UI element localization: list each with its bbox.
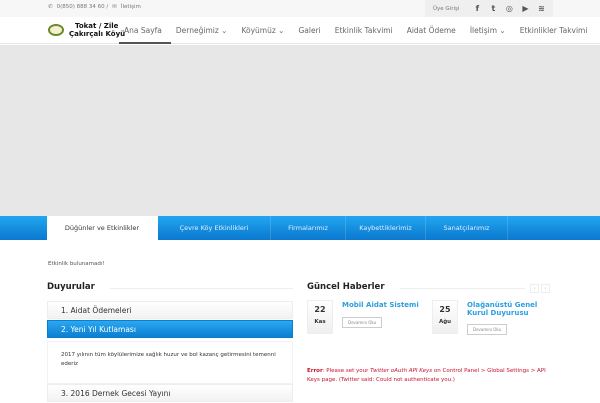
news-date: 22 Kas — [307, 300, 333, 334]
news-month: Ağu — [438, 319, 452, 325]
error-em: Twitter oAuth API Keys — [370, 368, 433, 374]
news-day: 25 — [439, 305, 451, 314]
news-nav: ‹ › — [530, 284, 550, 293]
rss-icon[interactable]: ≋ — [533, 4, 549, 13]
contact-info: ✆ 0(850) 888 34 60 / ✉ İletişim — [48, 4, 141, 10]
prev-arrow-icon[interactable]: ‹ — [530, 284, 539, 293]
menu-home[interactable]: Ana Sayfa — [117, 17, 171, 44]
menu-iletisim[interactable]: İletişim ⌄ — [463, 17, 513, 44]
tab-dugunler[interactable]: Düğünler ve Etkinlikler — [47, 216, 158, 241]
twitter-error: Error: Please set your Twitter oAuth API… — [307, 367, 557, 385]
login-link[interactable]: Üye Girişi — [433, 6, 459, 12]
mail-icon: ✉ — [112, 4, 117, 10]
menu-dernegimiz[interactable]: Derneğimiz ⌄ — [169, 17, 235, 44]
read-more-button[interactable]: Devamını Oku — [342, 317, 383, 328]
menu-koyumuz[interactable]: Köyümüz ⌄ — [234, 17, 291, 44]
tab-sanatcilar[interactable]: Sanatçılarımız — [426, 216, 508, 240]
twitter-icon[interactable]: t — [485, 4, 501, 13]
tab-cevre-koy[interactable]: Çevre Köy Etkinlikleri — [158, 216, 271, 240]
phone-number: 0(850) 888 34 60 / — [56, 4, 109, 10]
category-tabs: Düğünler ve Etkinlikler Çevre Köy Etkinl… — [0, 216, 600, 241]
announcement-item-active[interactable]: 2. Yeni Yıl Kutlaması — [47, 320, 293, 338]
menu: Ana Sayfa Derneğimiz ⌄ Köyümüz ⌄ Galeri … — [117, 17, 594, 44]
menu-etkinlik-takvimi[interactable]: Etkinlik Takvimi — [328, 17, 400, 44]
top-bar: ✆ 0(850) 888 34 60 / ✉ İletişim Üye Giri… — [0, 0, 600, 17]
events-empty-message: Etkinlik bulunamadı! — [48, 261, 105, 267]
menu-aidat-odeme[interactable]: Aidat Ödeme — [400, 17, 463, 44]
facebook-icon[interactable]: f — [469, 4, 485, 13]
divider — [400, 288, 525, 289]
announcement-item[interactable]: 3. 2016 Dernek Gecesi Yayını — [47, 384, 293, 402]
contact-link[interactable]: İletişim — [121, 4, 141, 10]
instagram-icon[interactable]: ◎ — [501, 4, 517, 13]
announcements-title: Duyurular — [47, 282, 95, 292]
news-day: 22 — [314, 305, 326, 314]
phone-icon: ✆ — [48, 4, 53, 10]
logo-icon[interactable] — [48, 24, 64, 36]
menu-etkinlikler-takvimi[interactable]: Etkinlikler Takvimi — [513, 17, 595, 44]
tab-kaybettiklerimiz[interactable]: Kaybettiklerimiz — [346, 216, 426, 240]
announcement-body: 2017 yılının tüm köylülerimize sağlık hu… — [47, 341, 293, 384]
tab-firmalar[interactable]: Firmalarımız — [271, 216, 346, 240]
news-item-title[interactable]: Mobil Aidat Sistemi — [342, 301, 427, 309]
read-more-button[interactable]: Devamını Oku — [467, 324, 508, 335]
announcement-item[interactable]: 1. Aidat Ödemeleri — [47, 301, 293, 319]
main-nav: Tokat / Zile Çakırçalı Köyü Ana Sayfa De… — [0, 17, 600, 44]
youtube-icon[interactable]: ▶ — [517, 4, 533, 13]
error-label: Error — [307, 368, 323, 374]
divider — [110, 288, 293, 289]
social-bar: Üye Girişi f t ◎ ▶ ≋ — [425, 0, 553, 17]
news-month: Kas — [314, 319, 326, 325]
news-date: 25 Ağu — [432, 300, 458, 334]
menu-galeri[interactable]: Galeri — [291, 17, 327, 44]
error-text: : Please set your — [322, 368, 371, 374]
news-item-title[interactable]: Olağanüstü Genel Kurul Duyurusu — [467, 301, 557, 317]
next-arrow-icon[interactable]: › — [541, 284, 550, 293]
news-title: Güncel Haberler — [307, 282, 385, 292]
hero-slider — [0, 45, 600, 216]
